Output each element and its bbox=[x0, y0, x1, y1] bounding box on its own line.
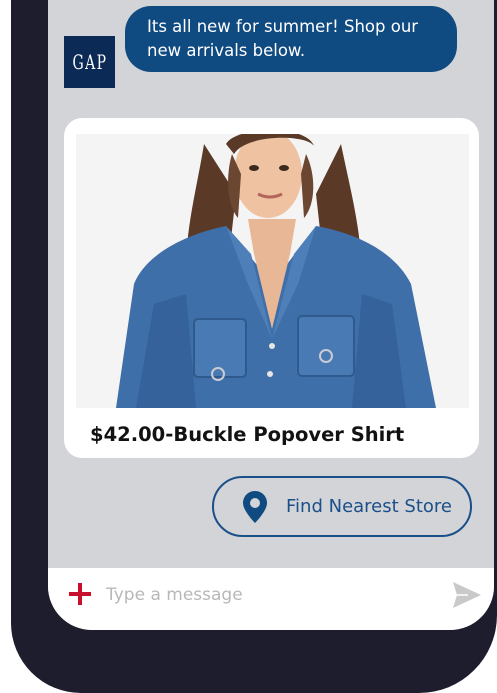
send-icon[interactable] bbox=[452, 581, 482, 609]
product-card[interactable]: $42.00-Buckle Popover Shirt bbox=[64, 118, 479, 458]
plus-icon[interactable] bbox=[68, 582, 92, 606]
message-input[interactable] bbox=[104, 578, 438, 612]
message-composer bbox=[48, 568, 494, 630]
phone-frame: GAP Its all new for summer! Shop our new… bbox=[11, 0, 497, 693]
product-title: $42.00-Buckle Popover Shirt bbox=[90, 423, 405, 446]
brand-logo-text: GAP bbox=[72, 50, 107, 74]
find-nearest-store-button[interactable]: Find Nearest Store bbox=[212, 476, 472, 537]
message-text: Its all new for summer! Shop our new arr… bbox=[147, 17, 419, 60]
brand-avatar: GAP bbox=[64, 36, 115, 88]
find-nearest-store-label: Find Nearest Store bbox=[286, 496, 452, 517]
product-photo-illustration bbox=[76, 134, 469, 408]
map-pin-icon bbox=[242, 490, 272, 524]
incoming-message-bubble: Its all new for summer! Shop our new arr… bbox=[125, 6, 457, 72]
chat-screen: GAP Its all new for summer! Shop our new… bbox=[48, 0, 494, 630]
product-image[interactable] bbox=[76, 134, 469, 408]
